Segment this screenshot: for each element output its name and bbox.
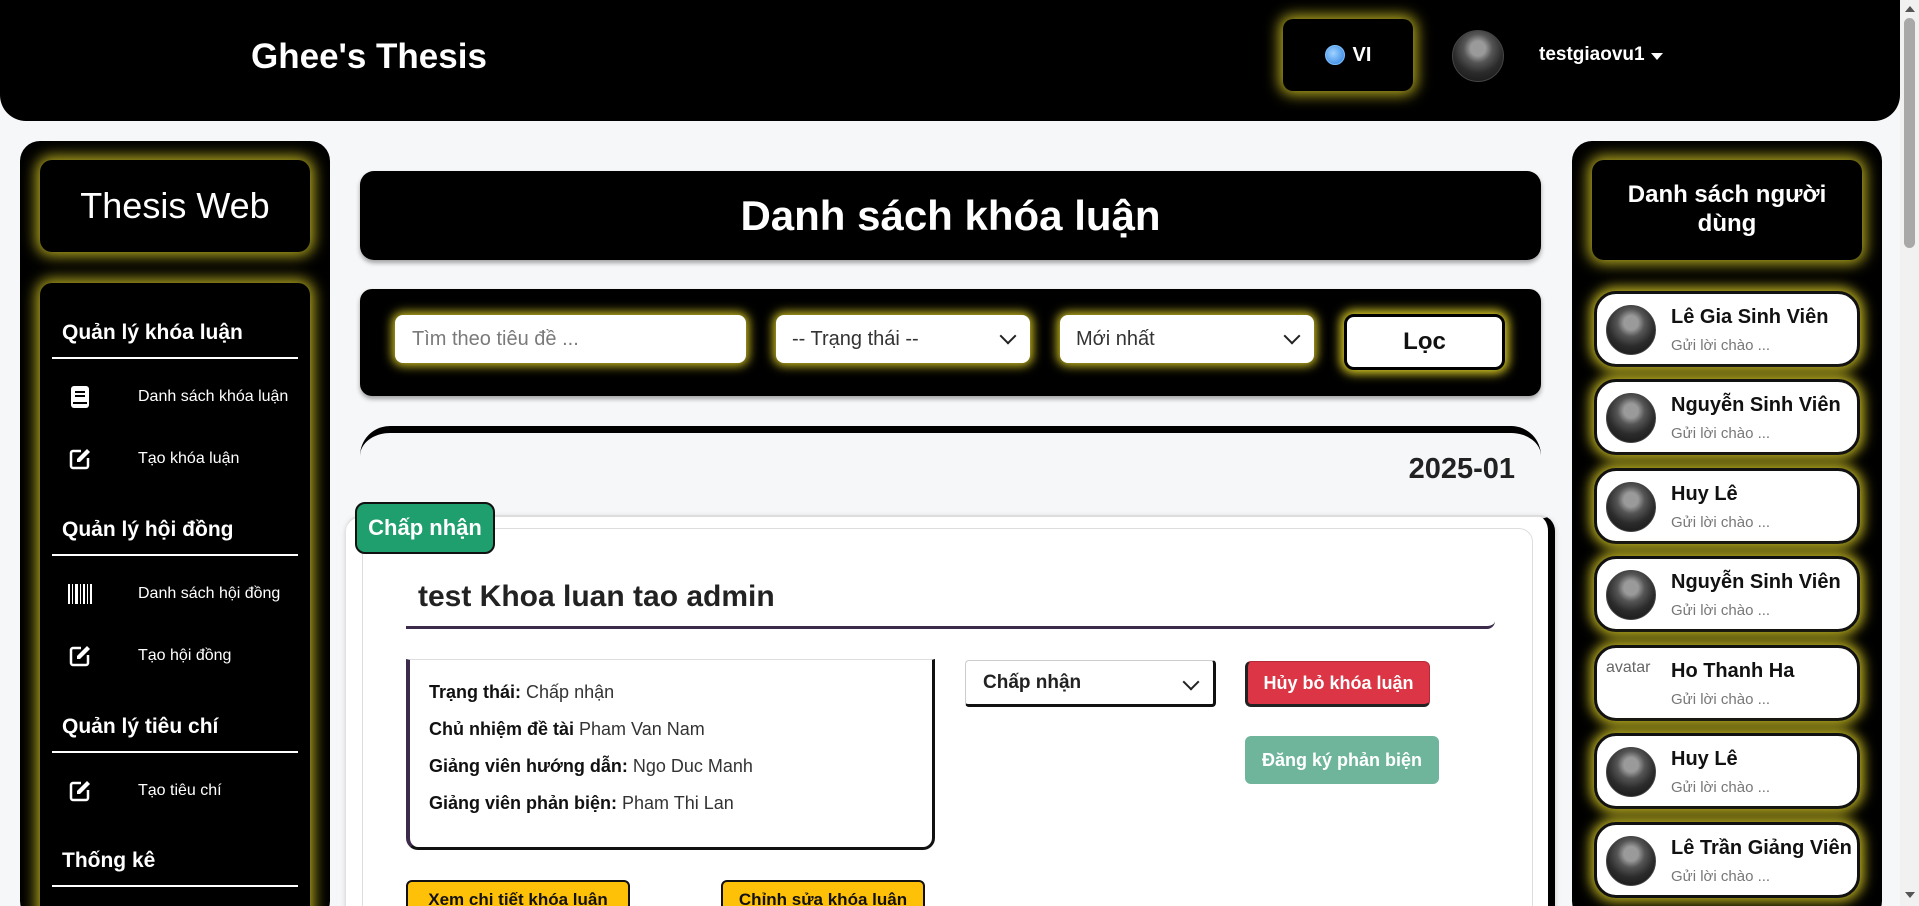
username-label: testgiaovu1 — [1539, 44, 1645, 65]
user-menu-dropdown[interactable]: testgiaovu1 — [1539, 44, 1663, 66]
scroll-up-arrow-icon[interactable] — [1905, 6, 1915, 12]
user-name: Lê Gia Sinh Viên — [1671, 306, 1829, 328]
sidebar-item-label: Danh sách hội đồng — [138, 585, 281, 602]
info-label: Trạng thái: — [429, 682, 522, 702]
group-label: 2025-01 — [1408, 453, 1515, 485]
sidebar-item-label: Tạo tiêu chí — [138, 782, 222, 799]
sidebar-item-label: Danh sách khóa luận — [138, 388, 289, 405]
avatar — [1606, 305, 1656, 355]
info-advisor-row: Giảng viên hướng dẫn: Ngo Duc Manh — [429, 756, 932, 793]
thesis-info-box: Trạng thái: Chấp nhận Chủ nhiệm đề tài P… — [406, 659, 935, 850]
user-card[interactable]: Huy Lê Gửi lời chào ... — [1594, 468, 1860, 544]
language-button[interactable]: VI — [1283, 19, 1413, 91]
page-scrollbar[interactable] — [1900, 0, 1919, 906]
book-icon — [52, 385, 108, 409]
info-label: Chủ nhiệm đề tài — [429, 719, 575, 739]
user-message: Gửi lời chào ... — [1671, 691, 1771, 708]
scroll-down-arrow-icon[interactable] — [1905, 892, 1915, 898]
user-card[interactable]: Nguyễn Sinh Viên Gửi lời chào ... — [1594, 379, 1860, 455]
user-card[interactable]: Nguyễn Sinh Viên Gửi lời chào ... — [1594, 556, 1860, 632]
search-input[interactable]: Tìm theo tiêu đề ... — [395, 315, 746, 363]
filter-button[interactable]: Lọc — [1344, 314, 1505, 370]
status-badge: Chấp nhận — [355, 502, 495, 554]
user-card[interactable]: Huy Lê Gửi lời chào ... — [1594, 733, 1860, 809]
thesis-status-value: Chấp nhận — [983, 671, 1082, 693]
sidebar-section-criteria: Quản lý tiêu chí — [52, 715, 298, 753]
sort-value: Mới nhất — [1076, 327, 1155, 350]
page-title: Danh sách khóa luận — [360, 171, 1541, 260]
user-card[interactable]: Lê Trần Giảng Viên Gửi lời chào ... — [1594, 822, 1860, 898]
user-name: Huy Lê — [1671, 748, 1738, 770]
sidebar-item-label: Tạo khóa luận — [138, 450, 240, 467]
avatar — [1606, 570, 1656, 620]
thesis-title: test Khoa luan tao admin — [406, 560, 1495, 629]
user-name: Lê Trần Giảng Viên — [1671, 837, 1852, 859]
user-card[interactable]: avatar Ho Thanh Ha Gửi lời chào ... — [1594, 645, 1860, 721]
sidebar-section-statistics[interactable]: Thống kê — [52, 849, 298, 887]
avatar — [1606, 747, 1656, 797]
status-filter-select[interactable]: -- Trạng thái -- — [776, 315, 1030, 363]
info-value: Chấp nhận — [526, 682, 615, 702]
info-value: Ngo Duc Manh — [632, 756, 753, 776]
avatar — [1606, 836, 1656, 886]
sidebar-item-label: Tạo hội đồng — [138, 647, 232, 664]
sidebar-item-create-council[interactable]: Tạo hội đồng — [52, 634, 298, 678]
info-status-row: Trạng thái: Chấp nhận — [429, 682, 932, 719]
edit-icon — [52, 779, 108, 803]
sidebar-menu: Quản lý khóa luận Danh sách khóa luận Tạ… — [40, 283, 310, 906]
barcode-icon — [52, 583, 108, 605]
chevron-down-icon — [1283, 327, 1301, 345]
avatar — [1606, 393, 1656, 443]
sidebar-title: Thesis Web — [40, 160, 310, 252]
brand-title[interactable]: Ghee's Thesis — [251, 37, 487, 77]
cancel-thesis-button[interactable]: Hủy bỏ khóa luận — [1245, 661, 1430, 707]
sort-select[interactable]: Mới nhất — [1060, 315, 1314, 363]
sidebar-section-thesis: Quản lý khóa luận — [52, 321, 298, 359]
top-navbar: Ghee's Thesis VI testgiaovu1 — [0, 0, 1900, 121]
sidebar-item-thesis-list[interactable]: Danh sách khóa luận — [52, 375, 298, 419]
group-header: 2025-01 — [360, 426, 1541, 496]
info-reviewer-row: Giảng viên phản biện: Pham Thi Lan — [429, 793, 932, 830]
sidebar-item-create-criteria[interactable]: Tạo tiêu chí — [52, 769, 298, 813]
register-review-button[interactable]: Đăng ký phản biện — [1245, 736, 1439, 784]
right-sidebar: Danh sách người dùng Lê Gia Sinh Viên Gử… — [1572, 141, 1882, 906]
info-value: Pham Thi Lan — [622, 793, 734, 813]
sidebar-section-council: Quản lý hội đồng — [52, 518, 298, 556]
edit-thesis-button[interactable]: Chỉnh sửa khóa luận — [721, 880, 925, 906]
user-name: Huy Lê — [1671, 483, 1738, 505]
filter-bar: Tìm theo tiêu đề ... -- Trạng thái -- Mớ… — [360, 289, 1541, 396]
user-message: Gửi lời chào ... — [1671, 337, 1771, 354]
broken-avatar-image: avatar — [1606, 659, 1651, 676]
user-message: Gửi lời chào ... — [1671, 868, 1771, 885]
globe-icon — [1324, 45, 1345, 65]
edit-icon — [52, 447, 108, 471]
user-message: Gửi lời chào ... — [1671, 602, 1771, 619]
sidebar-item-create-thesis[interactable]: Tạo khóa luận — [52, 437, 298, 481]
info-label: Giảng viên hướng dẫn: — [429, 756, 628, 776]
avatar — [1606, 482, 1656, 532]
user-card[interactable]: Lê Gia Sinh Viên Gửi lời chào ... — [1594, 291, 1860, 367]
chevron-down-icon — [999, 327, 1017, 345]
info-owner-row: Chủ nhiệm đề tài Pham Van Nam — [429, 719, 932, 756]
language-label: VI — [1352, 43, 1372, 66]
user-name: Nguyễn Sinh Viên — [1671, 394, 1841, 416]
view-detail-button[interactable]: Xem chi tiết khóa luận — [406, 880, 630, 906]
user-message: Gửi lời chào ... — [1671, 425, 1771, 442]
user-name: Ho Thanh Ha — [1671, 660, 1795, 682]
thesis-status-select[interactable]: Chấp nhận — [965, 660, 1216, 707]
left-sidebar: Thesis Web Quản lý khóa luận Danh sách k… — [20, 141, 330, 906]
user-avatar[interactable] — [1452, 30, 1504, 82]
chevron-down-icon — [1182, 673, 1200, 691]
user-message: Gửi lời chào ... — [1671, 779, 1771, 796]
scrollbar-thumb[interactable] — [1904, 18, 1915, 248]
status-filter-value: -- Trạng thái -- — [792, 327, 919, 350]
info-label: Giảng viên phản biện: — [429, 793, 618, 813]
sidebar-item-council-list[interactable]: Danh sách hội đồng — [52, 572, 298, 616]
caret-down-icon — [1650, 52, 1663, 60]
edit-icon — [52, 644, 108, 668]
info-value: Pham Van Nam — [579, 719, 705, 739]
user-list-title: Danh sách người dùng — [1592, 160, 1862, 260]
user-message: Gửi lời chào ... — [1671, 514, 1771, 531]
user-name: Nguyễn Sinh Viên — [1671, 571, 1841, 593]
